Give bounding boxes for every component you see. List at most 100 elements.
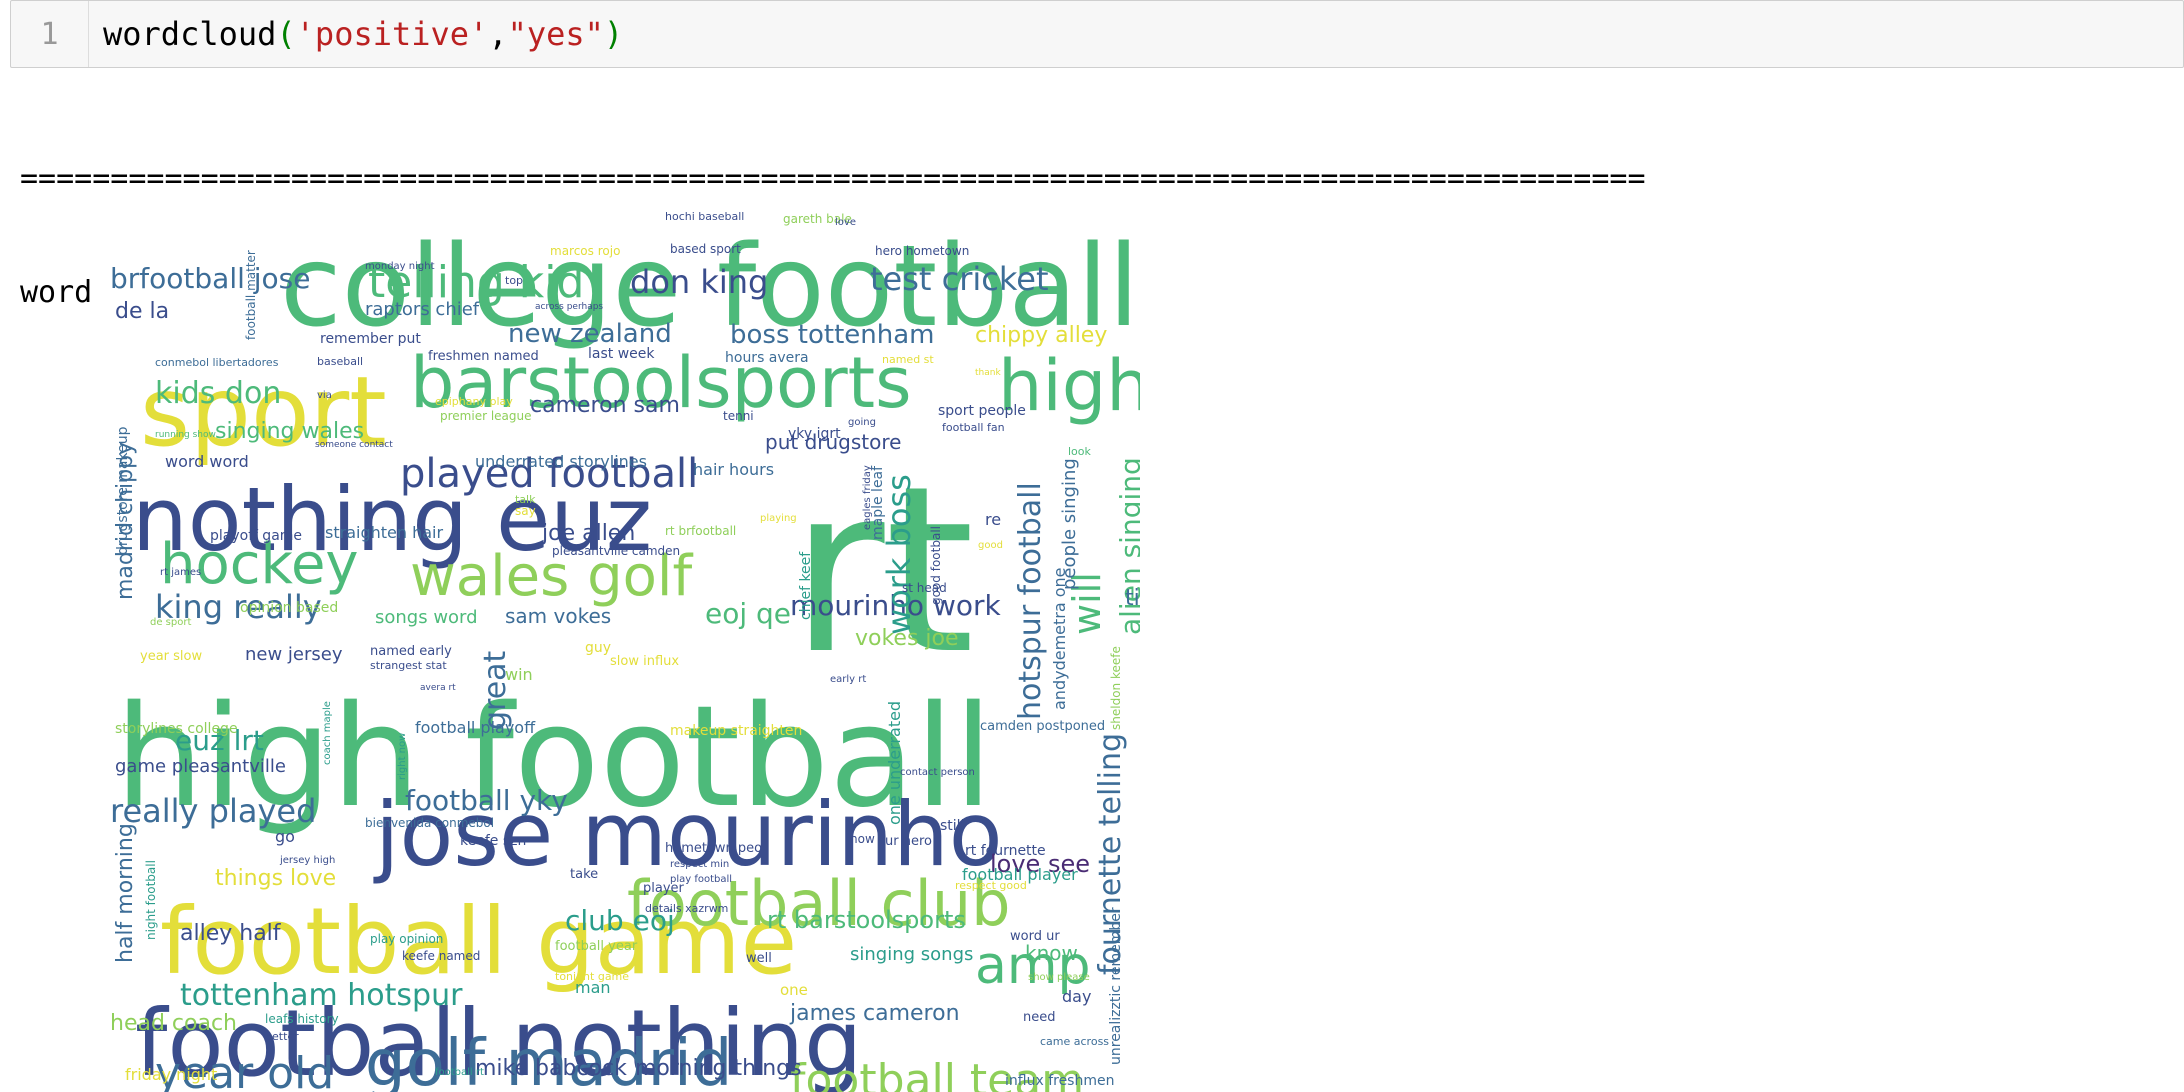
wordcloud-word: keefe named [402,949,480,963]
wordcloud-word: look [1068,445,1092,458]
wordcloud-word: test cricket [870,260,1048,298]
wordcloud-word: running show [155,430,216,440]
wordcloud-word: night football [144,860,158,940]
wordcloud-word: andydemetra one [1050,567,1069,710]
wordcloud-word: songs word [375,607,478,628]
code-function-name: wordcloud [103,15,277,53]
wordcloud-word: head coach [110,1011,237,1036]
wordcloud-word: right now [397,733,408,780]
wordcloud-word: things love [215,866,336,891]
wordcloud-word: last week [588,346,655,362]
code-comma: , [488,15,508,53]
wordcloud-word: singing songs [850,944,973,965]
wordcloud-word: vokes joe [855,626,959,651]
wordcloud-word: conmebol libertadores [155,356,279,369]
wordcloud-word: rt fournette [965,843,1046,859]
code-paren-close: ) [603,15,624,53]
wordcloud-word: football rt [435,1067,484,1078]
wordcloud-word: respect good [955,879,1027,892]
wordcloud-word: sport people [938,403,1026,419]
wordcloud-word: playing [760,513,797,524]
wordcloud-word: rt brfootball [665,524,736,538]
wordcloud-word: alley half [180,921,282,946]
wordcloud-word: win [505,665,533,684]
wordcloud-word: guy [585,640,611,656]
wordcloud-word: football yky [405,784,568,817]
wordcloud-word: remember put [320,331,421,347]
wordcloud-word: kids don [155,376,281,411]
wordcloud-word: came across [1040,1035,1109,1048]
wordcloud-word: sam vokes [505,604,611,628]
wordcloud-word: drugstore makeup [115,426,131,555]
wordcloud-word: now [850,832,875,846]
wordcloud-word: jersey high [279,855,335,866]
wordcloud-word: rt james [160,567,201,578]
wordcloud-word: brfootball jose [110,262,311,295]
wordcloud-word: one [780,981,808,999]
wordcloud-word: epiphany play [435,395,513,408]
wordcloud-word: details xazrwm [645,902,728,915]
wordcloud-word: respect min [670,859,729,870]
wordcloud-word: eagles friday [862,465,873,530]
wordcloud-word: leafs history [265,1012,339,1026]
wordcloud-word: new zealand [508,319,672,349]
wordcloud-word: good [978,540,1003,551]
wordcloud-word: strangest stat [370,659,447,672]
wordcloud-word: play opinion [370,932,443,946]
wordcloud-word: word word [165,452,249,471]
wordcloud-word: word ur [1010,929,1060,944]
code-editor[interactable]: wordcloud('positive',"yes") [89,15,623,53]
wordcloud-word: slow influx [610,654,679,669]
wordcloud-word: don king [630,263,768,301]
wordcloud-word: marcos rojo [550,244,620,258]
wordcloud-word: straighten hair [325,523,443,542]
wordcloud-word: camden postponed [980,719,1105,734]
wordcloud-word: hometown peo [665,841,762,856]
wordcloud-word: tenni [723,409,754,423]
wordcloud-word: rt barstoolsports [767,906,966,934]
wordcloud-word: show please [1028,972,1090,983]
wordcloud-word: chippy alley [975,323,1107,348]
line-number: 1 [11,1,89,67]
wordcloud-word: raptors chief [365,299,480,320]
wordcloud-word: talk [515,493,536,506]
wordcloud-word: hochi baseball [665,210,744,223]
wordcloud-word: underrated storylines [475,452,647,471]
wordcloud-word: storylines college [115,721,238,737]
wordcloud-word: tottenham hotspur [180,978,463,1013]
wordcloud-word: better [265,1030,299,1043]
wordcloud-word: cameron sam [530,393,680,418]
wordcloud-word: avera rt [420,683,456,693]
wordcloud-word: really played [110,792,316,830]
wordcloud-word: de la [115,299,169,324]
wordcloud-word: tonight game [555,970,629,983]
wordcloud-word: half morning [113,823,138,963]
wordcloud-word: top [505,274,523,287]
wordcloud-word: thank [975,368,1001,378]
wordcloud-word: morning things [635,1056,802,1081]
wordcloud-word: keefe szn [460,833,526,849]
wordcloud-word: time [1125,586,1140,611]
code-input-cell[interactable]: 1 wordcloud('positive',"yes") [10,0,2184,68]
wordcloud-word: freshmen named [428,349,539,364]
wordcloud-word: unrealizztic remember [1108,907,1124,1065]
wordcloud-word: football year [555,939,638,954]
wordcloud-word: football playoff [415,718,536,737]
code-string-arg-2: "yes" [507,15,604,53]
wordcloud-word: opinion based [240,600,338,616]
wordcloud-word: coach maple [322,701,333,765]
code-paren-open: ( [276,15,296,53]
wordcloud-word: friday night [125,1065,217,1084]
wordcloud-svg: college footballrthigh footballsport bars… [110,210,1140,1092]
wordcloud-word: bienvenida conmebol [365,816,494,830]
wordcloud-word: say [515,504,536,518]
wordcloud-word: mike babcock [475,1056,627,1081]
wordcloud-word: james cameron [789,1001,960,1026]
wordcloud-word: year slow [140,649,202,664]
wordcloud-word: someone contact [315,440,393,450]
wordcloud-word: ur hero [885,834,932,849]
wordcloud-word: early rt [830,674,866,685]
wordcloud-word: hero hometown [875,244,969,258]
wordcloud-word: take [570,867,598,882]
wordcloud-word: love [835,217,856,228]
